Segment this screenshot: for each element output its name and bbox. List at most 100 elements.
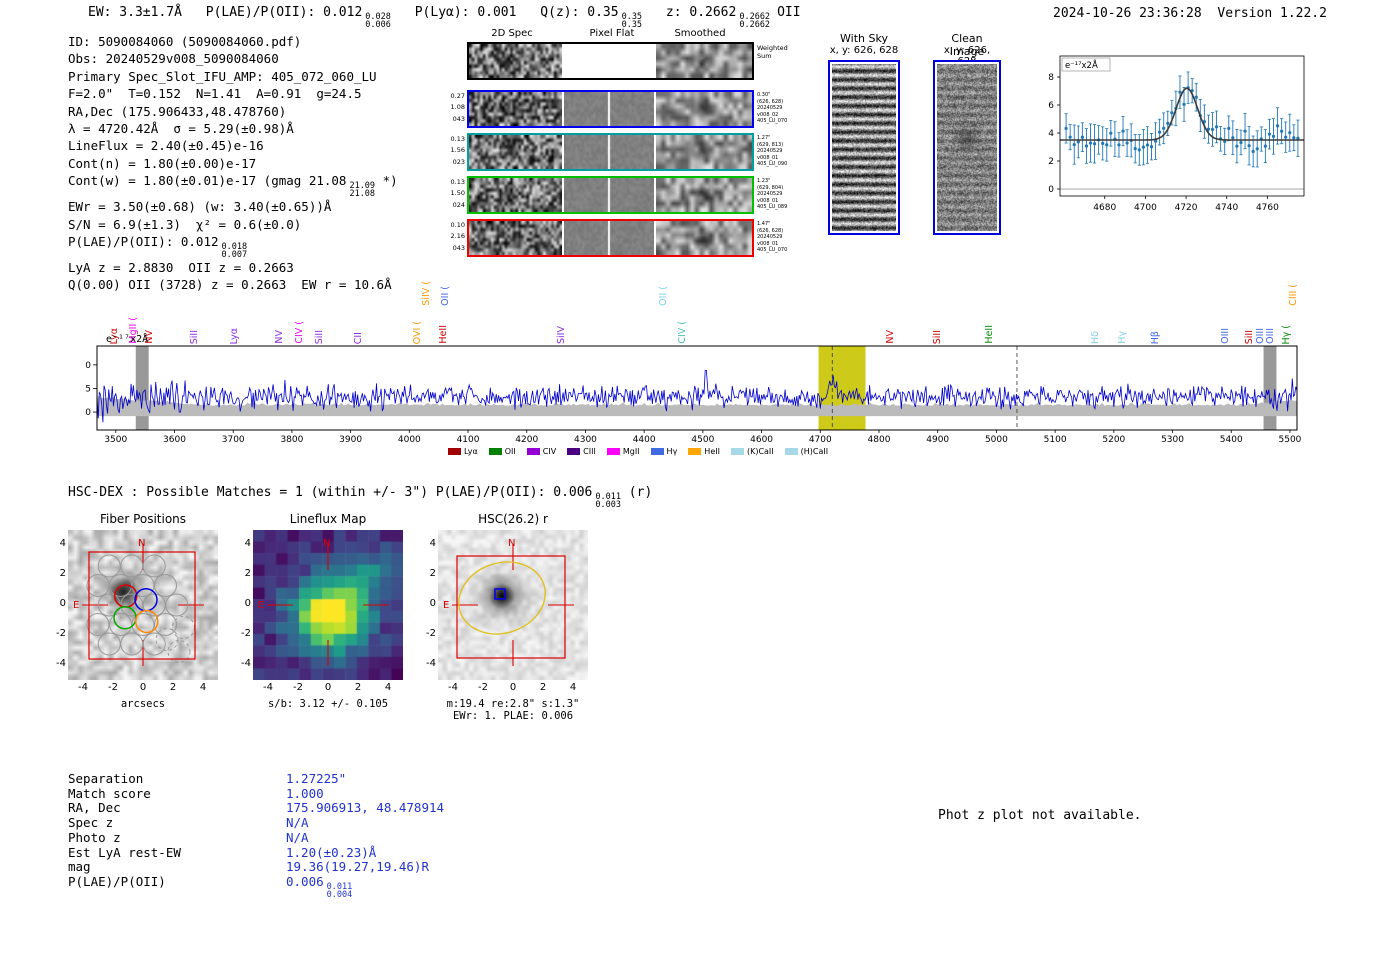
axis-tick-label: 0 [429,598,436,609]
svg-text:4300: 4300 [574,435,597,444]
spec2d-row-strip [467,90,754,128]
spectrum-line-labels: Lyα MgII (NV SiII Lyα NV CIV (SiII CII OVI (SiI… [85,268,1305,344]
svg-text:4200: 4200 [515,435,538,444]
panel-title: Fiber Positions [99,512,187,526]
axis-tick-label: 2 [244,568,251,579]
legend-item: HeII [688,447,720,456]
axis-tick-label: -4 [78,682,88,693]
z-value: z: 0.2662 0.2662 0.2662 OII [665,5,801,30]
spec-line-label: CII [353,331,364,344]
legend-item: (H)CaII [784,447,828,456]
svg-text:10: 10 [85,361,91,371]
spec-line-label: SiII [932,329,944,344]
info-line: RA,Dec (175.906433,48.478760) [68,103,287,119]
spec-line-label: NV [274,330,286,344]
spectrum-legend: Lyα OII CIV CIII MgII Hγ HeII (K)CaII (H)CaII [448,447,828,456]
svg-text:5100: 5100 [1044,435,1067,444]
svg-text:4600: 4600 [750,435,773,444]
spec2d-row-right-labels: 1.23" (629, 804) 20240529 v008_01 405_LU_089 [757,178,788,210]
axis-tick-label: -4 [56,658,66,669]
axis-tick-label: -2 [293,682,303,693]
hsc-overlay: NE [443,538,574,666]
svg-text:4760: 4760 [1256,203,1279,213]
match-field-value: 19.36(19.27,19.46)R [286,859,429,875]
legend-label: CIII [583,447,596,456]
info-line: Obs: 20240529v008_5090084060 [68,51,279,67]
clean-image [933,60,1001,235]
spec-line-label: Hγ [1117,331,1129,344]
legend-item: CIV [526,447,556,456]
svg-text:N: N [508,538,515,549]
svg-text:4900: 4900 [926,435,949,444]
flux-overlay: NE [258,538,389,666]
spec2d-row-strip [467,133,754,171]
legend-item: MgII [606,447,640,456]
spec2d-row-strip [467,42,754,80]
spec-line-label: OIII [1219,328,1231,344]
svg-text:5: 5 [85,384,91,394]
spec-line-label: OII ( [658,286,670,306]
spec-line-label: Hγ ( [1281,324,1293,345]
photz-note: Phot z plot not available. [938,808,1142,823]
axis-tick-label: 2 [354,682,362,693]
axis-tick-label: 0 [139,682,147,693]
match-field-label: Separation [68,771,144,786]
legend-swatch [488,448,502,455]
match-table-row: Match score 1.000 [68,786,444,802]
sky-panel-coords: x, y: 626, 628 [829,45,899,56]
hsc-match-header: HSC-DEX : Possible Matches = 1 (within +… [68,485,653,510]
legend-label: HeII [704,447,720,456]
spec2d-row-left-labels: 0.27 1.08 043 [450,92,465,123]
spec-line-label: Hδ [1090,331,1102,344]
info-line: EWr = 3.50(±0.68) (w: 3.40(±0.65))Å [68,199,332,215]
svg-text:4400: 4400 [633,435,656,444]
legend-label: (K)CaII [746,447,774,456]
svg-text:2: 2 [1048,157,1054,167]
match-field-label: Est LyA rest-EW [68,844,181,860]
spec-line-label: SiIV ( [421,281,433,306]
axis-tick-label: 2 [169,682,177,693]
info-line: LineFlux = 2.40(±0.45)e-16 [68,138,264,154]
svg-text:5300: 5300 [1161,435,1184,444]
svg-text:4680: 4680 [1093,203,1116,213]
svg-text:E: E [73,600,79,611]
svg-text:5000: 5000 [985,435,1008,444]
match-table-row: P(LAE)/P(OII) 0.006 0.011 0.004 [68,874,444,899]
match-table-row: Separation 1.27225" [68,771,444,787]
spec-line-label: CIV ( [293,321,305,344]
spec2d-col-header: Pixel Flat [589,28,635,39]
svg-text:4800: 4800 [868,435,891,444]
match-table-row: Spec z N/A [68,815,444,831]
timestamp: 2024-10-26 23:36:28 [1053,6,1202,21]
svg-text:E: E [258,600,264,611]
spec2d-col-header: Smoothed [674,28,726,39]
panel-title: Lineflux Map [289,512,367,526]
svg-text:8: 8 [1048,73,1054,83]
info-line: Primary Spec_Slot_IFU_AMP: 405_072_060_L… [68,68,377,84]
axis-tick-label: -4 [263,682,273,693]
svg-text:e⁻¹⁷x2Å: e⁻¹⁷x2Å [1065,59,1098,71]
spec-line-label: HeII [983,325,995,344]
detection-info-block: ID: 5090084060 (5090084060.pdf) Obs: 2024… [68,33,398,294]
axis-tick-label: -2 [478,682,488,693]
spec-line-label: SiII [1243,329,1255,344]
legend-item: (K)CaII [730,447,774,456]
spec-line-label: CIII ( [1287,284,1299,306]
z-fraction: 0.2662 0.2662 [739,12,771,30]
fiber-overlay: NE [73,538,204,666]
line-fit-plot: 0 2 4 6 8 4680 4700 4720 4740 4760 e⁻¹⁷x2Å [1048,55,1305,213]
svg-text:3500: 3500 [104,435,127,444]
spec2d-cutout-panel: 2D Spec Pixel Flat Smoothed Weighted Sum 0.27… [445,28,805,263]
spec2d-row-right-labels: 1.47" (626, 628) 20240529 v008_01 405_LU_070 [757,221,788,253]
ew-value: EW: 3.3±1.7Å [88,5,182,20]
legend-item: Lyα [448,447,478,456]
timestamp-version: 2024-10-26 23:36:28 Version 1.22.2 [1053,6,1327,21]
legend-swatch [606,448,620,455]
spec-line-label: OVI ( [412,320,424,344]
legend-item: Hγ [650,447,677,456]
svg-text:4700: 4700 [1134,203,1157,213]
spec-line-label: Hβ [1150,330,1162,344]
spec2d-row-left-labels: 0.10 2.16 043 [450,221,465,252]
summary-header: EW: 3.3±1.7Å P(LAE)/P(OII): 0.012 0.028 0.… [88,5,801,29]
info-line: Cont(n) = 1.80(±0.00)e-17 [68,155,257,171]
